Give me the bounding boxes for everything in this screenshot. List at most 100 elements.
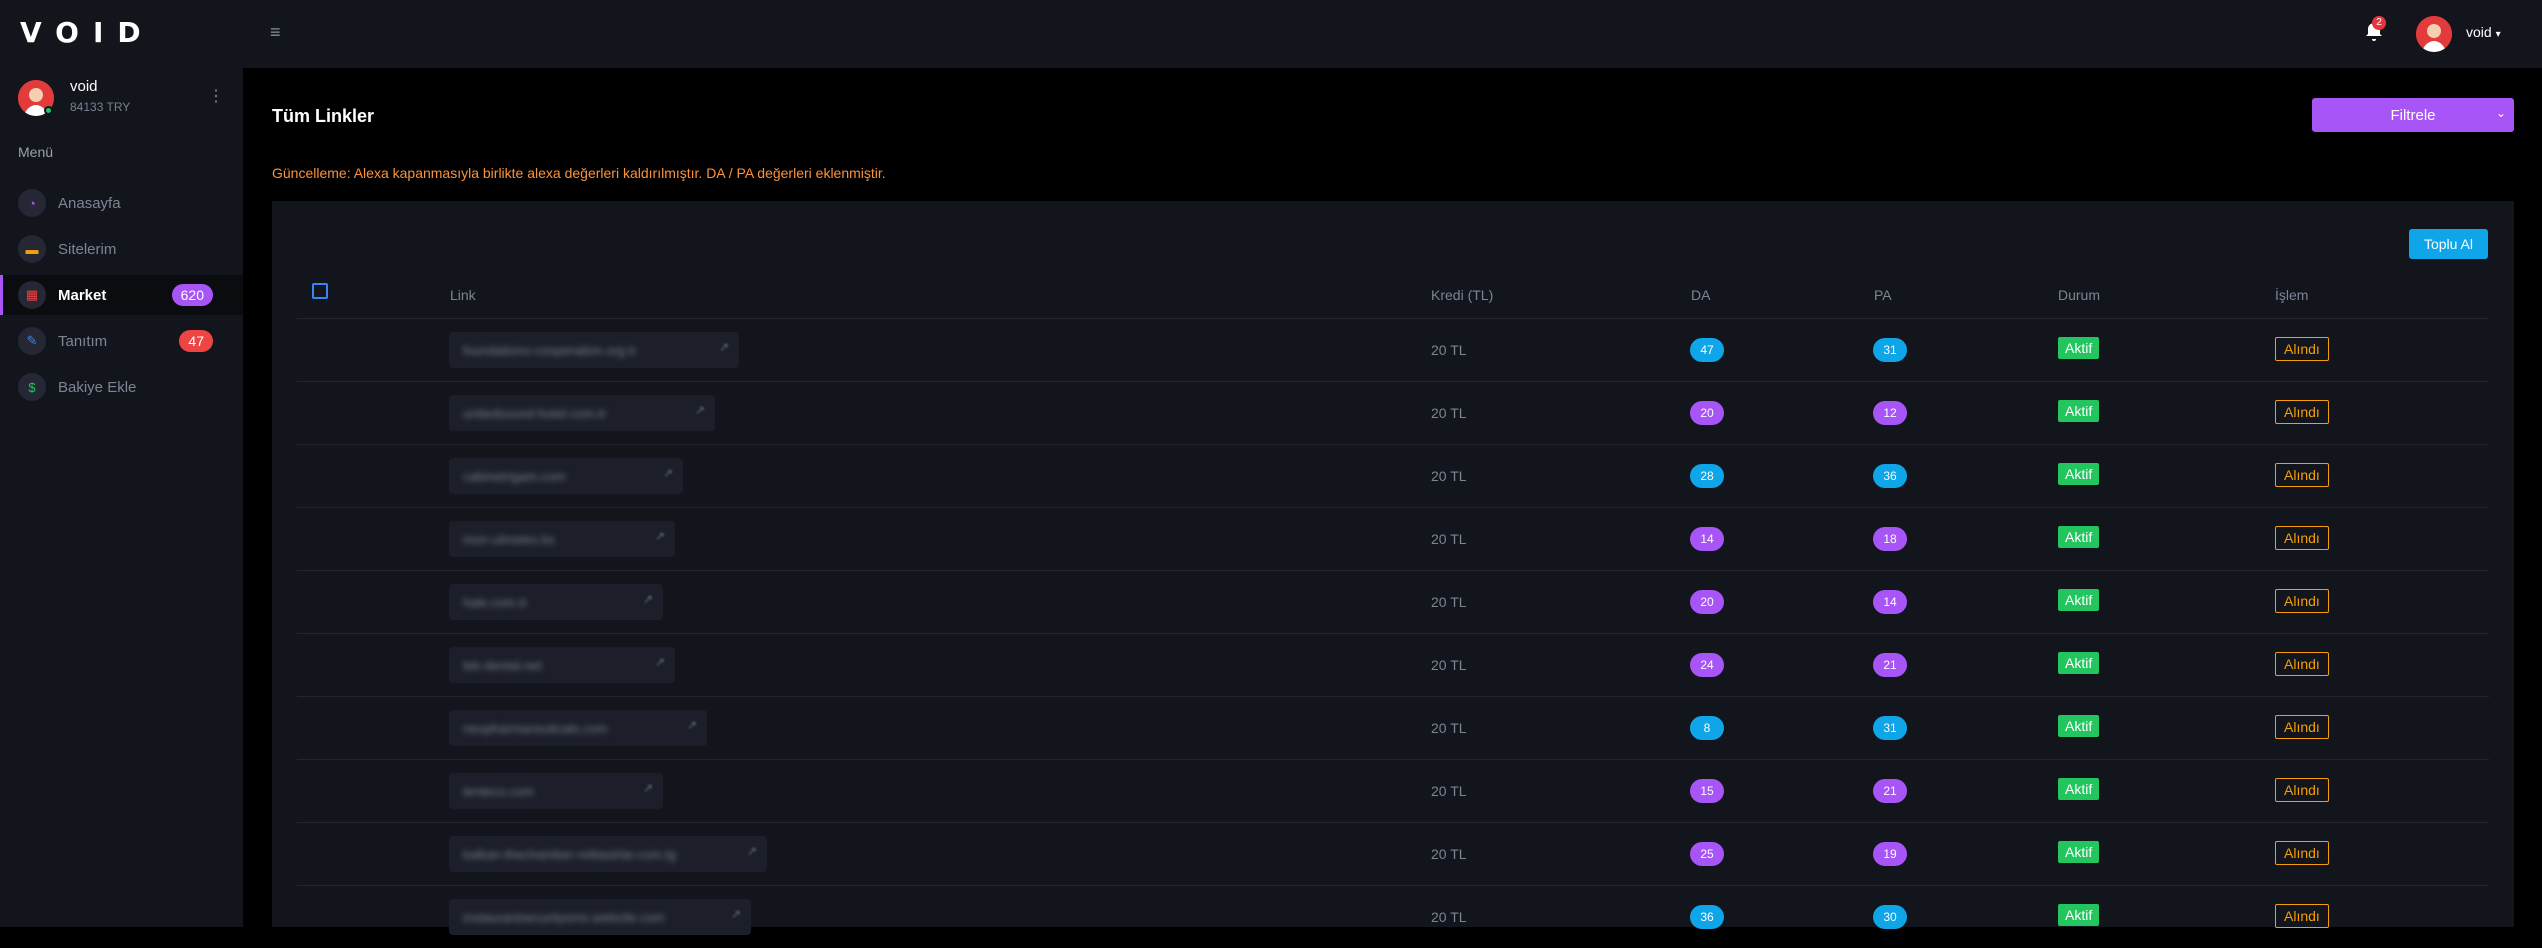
credit-value: 20 TL xyxy=(1431,720,1467,736)
update-notice: Güncelleme: Alexa kapanmasıyla birlikte … xyxy=(272,165,886,181)
pa-badge: 21 xyxy=(1873,653,1907,677)
link-chip[interactable]: cabinetrigam.com ↗ xyxy=(449,458,683,494)
received-button[interactable]: Alındı xyxy=(2275,589,2329,613)
external-link-icon: ↗ xyxy=(686,718,697,732)
status-badge: Aktif xyxy=(2058,400,2100,422)
received-button[interactable]: Alındı xyxy=(2275,400,2329,424)
pa-badge: 12 xyxy=(1873,401,1907,425)
sidebar-item-anasayfa[interactable]: ◔ Anasayfa xyxy=(0,183,243,223)
da-badge: 36 xyxy=(1690,905,1724,929)
sidebar-item-label: Bakiye Ekle xyxy=(58,378,137,396)
filter-button[interactable]: Filtrele ⌄ xyxy=(2312,98,2514,132)
online-status-icon xyxy=(44,106,53,115)
received-button[interactable]: Alındı xyxy=(2275,904,2329,928)
sidebar-item-market[interactable]: ▦ Market 620 xyxy=(0,275,243,315)
sidebar-balance: 84133 TRY xyxy=(70,100,131,114)
external-link-icon: ↗ xyxy=(642,781,653,795)
link-text: instaurantsecuritysms.webcite.com xyxy=(463,909,665,925)
external-link-icon: ↗ xyxy=(694,403,705,417)
da-badge: 8 xyxy=(1690,716,1724,740)
received-button[interactable]: Alındı xyxy=(2275,337,2329,361)
da-badge: 20 xyxy=(1690,590,1724,614)
link-chip[interactable]: tek-dental.net ↗ xyxy=(449,647,675,683)
credit-value: 20 TL xyxy=(1431,846,1467,862)
avatar[interactable] xyxy=(2416,16,2452,52)
link-chip[interactable]: unitedsound-hotel.com.tr ↗ xyxy=(449,395,715,431)
table-row: cabinetrigam.com ↗ 20 TL 28 36 Aktif Alındı xyxy=(297,444,2489,507)
sidebar-item-label: Anasayfa xyxy=(58,194,121,212)
received-button[interactable]: Alındı xyxy=(2275,778,2329,802)
status-badge: Aktif xyxy=(2058,463,2100,485)
credit-value: 20 TL xyxy=(1431,468,1467,484)
pa-badge: 19 xyxy=(1873,842,1907,866)
status-badge: Aktif xyxy=(2058,589,2100,611)
pa-badge: 18 xyxy=(1873,527,1907,551)
column-header-link: Link xyxy=(450,287,476,303)
link-text: cabinetrigam.com xyxy=(463,468,566,484)
table-row: neopharmaceuticals.com ↗ 20 TL 8 31 Aktif Alın… xyxy=(297,696,2489,759)
promo-badge: 47 xyxy=(179,330,213,352)
hamburger-icon[interactable]: ≡ xyxy=(270,22,281,43)
column-header-credit: Kredi (TL) xyxy=(1431,287,1494,303)
column-header-da: DA xyxy=(1691,287,1711,303)
status-badge: Aktif xyxy=(2058,778,2100,800)
link-text: neopharmaceuticals.com xyxy=(463,720,608,736)
table-row: instaurantsecuritysms.webcite.com ↗ 20 TL 3… xyxy=(297,885,2489,948)
username: void xyxy=(2466,24,2492,40)
link-text: unitedsound-hotel.com.tr xyxy=(463,405,607,421)
credit-value: 20 TL xyxy=(1431,405,1467,421)
chevron-down-icon: ▾ xyxy=(2495,29,2501,40)
link-chip[interactable]: hale.com.tr ↗ xyxy=(449,584,663,620)
status-badge: Aktif xyxy=(2058,715,2100,737)
status-badge: Aktif xyxy=(2058,841,2100,863)
external-link-icon: ↗ xyxy=(654,529,665,543)
table-row: unitedsound-hotel.com.tr ↗ 20 TL 20 12 Aktif A… xyxy=(297,381,2489,444)
credit-value: 20 TL xyxy=(1431,909,1467,925)
da-badge: 25 xyxy=(1690,842,1724,866)
received-button[interactable]: Alındı xyxy=(2275,715,2329,739)
link-chip[interactable]: tenteco.com ↗ xyxy=(449,773,663,809)
table-row: tenteco.com ↗ 20 TL 15 21 Aktif Alındı xyxy=(297,759,2489,822)
link-chip[interactable]: kalkan-thechamber-relitasirlar.com.tg ↗ xyxy=(449,836,767,872)
sidebar-item-tanitim[interactable]: ✎ Tanıtım 47 xyxy=(0,321,243,361)
credit-value: 20 TL xyxy=(1431,783,1467,799)
table-row: foundations-cooperation.org.tr ↗ 20 TL 47 31… xyxy=(297,318,2489,381)
sidebar-item-label: Market xyxy=(58,286,107,304)
column-header-action: İşlem xyxy=(2275,287,2309,303)
sidebar-item-sitelerim[interactable]: ▬ Sitelerim xyxy=(0,229,243,269)
link-chip[interactable]: instaurantsecuritysms.webcite.com ↗ xyxy=(449,899,751,935)
link-text: tenteco.com xyxy=(463,783,534,799)
received-button[interactable]: Alındı xyxy=(2275,463,2329,487)
link-chip[interactable]: foundations-cooperation.org.tr ↗ xyxy=(449,332,739,368)
page-title: Tüm Linkler xyxy=(272,106,375,126)
pa-badge: 31 xyxy=(1873,338,1907,362)
link-text: foundations-cooperation.org.tr xyxy=(463,342,637,358)
more-options-icon[interactable]: ⋮ xyxy=(208,86,224,106)
external-link-icon: ↗ xyxy=(642,592,653,606)
bulk-buy-button[interactable]: Toplu Al xyxy=(2409,229,2488,259)
table-row: mon-ulmetex.ks ↗ 20 TL 14 18 Aktif Alındı xyxy=(297,507,2489,570)
sidebar-item-label: Tanıtım xyxy=(58,332,108,350)
link-chip[interactable]: mon-ulmetex.ks ↗ xyxy=(449,521,675,557)
received-button[interactable]: Alındı xyxy=(2275,526,2329,550)
link-text: tek-dental.net xyxy=(463,657,542,673)
da-badge: 15 xyxy=(1690,779,1724,803)
column-header-status: Durum xyxy=(2058,287,2101,303)
select-all-checkbox[interactable] xyxy=(312,283,328,299)
user-menu[interactable]: void ▾ xyxy=(2466,24,2501,40)
status-badge: Aktif xyxy=(2058,652,2100,674)
dashboard-icon: ◔ xyxy=(18,189,46,217)
pa-badge: 14 xyxy=(1873,590,1907,614)
market-badge: 620 xyxy=(171,284,213,306)
app-logo[interactable]: VOID xyxy=(20,16,155,49)
wallet-icon: $ xyxy=(18,373,46,401)
received-button[interactable]: Alındı xyxy=(2275,841,2329,865)
received-button[interactable]: Alındı xyxy=(2275,652,2329,676)
pa-badge: 31 xyxy=(1873,716,1907,740)
link-chip[interactable]: neopharmaceuticals.com ↗ xyxy=(449,710,707,746)
chevron-down-icon: ⌄ xyxy=(2495,106,2506,120)
column-header-pa: PA xyxy=(1874,287,1892,303)
pa-badge: 30 xyxy=(1873,905,1907,929)
credit-value: 20 TL xyxy=(1431,657,1467,673)
sidebar-item-bakiye-ekle[interactable]: $ Bakiye Ekle xyxy=(0,367,243,407)
